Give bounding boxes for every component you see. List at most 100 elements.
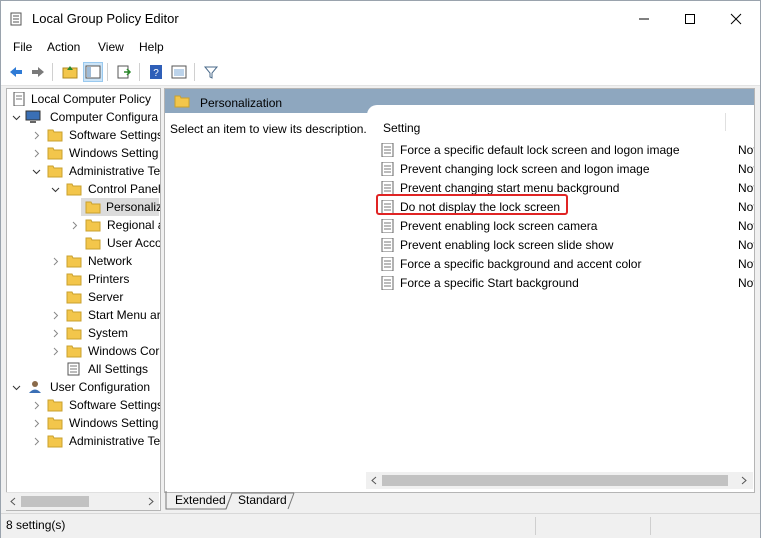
tree-item-server[interactable]: Server [9,288,159,306]
list-scroll-thumb[interactable] [382,475,728,486]
filter-button[interactable] [201,62,221,82]
list-item[interactable]: Prevent changing lock screen and logon i… [381,160,754,178]
toolbar: ? [1,59,760,86]
list-item[interactable]: Force a specific Start background Not [381,274,754,292]
policy-setting-icon [381,276,394,290]
computer-icon [25,110,41,123]
menu-action[interactable]: Action [47,40,80,54]
folder-icon [66,309,82,322]
policy-setting-icon [381,257,394,271]
filter-icon [203,66,219,79]
properties-button[interactable] [169,62,189,82]
chevron-right-icon[interactable] [50,306,60,324]
tree-item-uc-software-settings[interactable]: Software Settings [9,396,160,414]
back-arrow-icon [10,67,22,77]
forward-arrow-icon [32,67,44,77]
tree-item-all-settings[interactable]: All Settings [9,360,159,378]
tree-item-uc-windows-settings[interactable]: Windows Setting [9,414,159,432]
up-folder-icon [62,66,78,79]
tree-item-system[interactable]: System [9,324,159,342]
folder-icon [66,345,82,358]
scroll-left-icon[interactable] [9,497,17,506]
tree-item-user-accounts[interactable]: User Acco [9,234,160,252]
chevron-down-icon[interactable] [11,378,21,396]
list-item[interactable]: Force a specific background and accent c… [381,255,754,273]
help-icon: ? [150,65,162,79]
list-item[interactable]: Prevent enabling lock screen slide show … [381,236,754,254]
policy-setting-icon [381,143,394,157]
folder-icon [85,237,101,250]
folder-icon [47,399,63,412]
list-item[interactable]: Force a specific default lock screen and… [381,141,754,159]
up-folder-button[interactable] [60,62,80,82]
scroll-left-icon[interactable] [370,476,378,485]
folder-icon [47,165,63,178]
list-item[interactable]: Prevent enabling lock screen camera Not [381,217,754,235]
tree-item-network[interactable]: Network [9,252,159,270]
show-hide-tree-button[interactable] [83,62,103,82]
svg-text:?: ? [153,68,159,79]
tree-scroll-thumb[interactable] [21,496,89,507]
chevron-right-icon[interactable] [31,144,41,162]
chevron-right-icon[interactable] [31,396,41,414]
policy-setting-icon [381,219,394,233]
tree-item-administrative-templates[interactable]: Administrative Te [9,162,160,180]
tree-item-uc-administrative-templates[interactable]: Administrative Te [9,432,160,450]
tree-item-printers[interactable]: Printers [9,270,159,288]
minimize-icon [639,18,649,20]
tab-extended[interactable]: Extended [175,491,226,510]
settings-list-icon [67,362,80,376]
chevron-right-icon[interactable] [31,414,41,432]
chevron-down-icon[interactable] [31,162,41,180]
policy-doc-icon [13,92,25,106]
folder-icon [174,95,190,108]
column-header-setting[interactable]: Setting [383,121,420,135]
tree-item-start-menu[interactable]: Start Menu ar [9,306,160,324]
tree-item-computer-configuration[interactable]: Computer Configura [9,108,159,126]
back-button[interactable] [6,62,26,82]
folder-open-icon [66,183,82,196]
chevron-right-icon[interactable] [50,252,60,270]
chevron-right-icon[interactable] [31,126,41,144]
scroll-right-icon[interactable] [147,497,155,506]
maximize-button[interactable] [667,1,713,37]
tree-item-windows-components[interactable]: Windows Cor [9,342,159,360]
tree-horizontal-scrollbar[interactable] [6,492,159,510]
chevron-down-icon[interactable] [11,108,21,126]
tree-item-regional[interactable]: Regional a [9,216,160,234]
user-icon [29,381,41,393]
export-list-button[interactable] [114,62,134,82]
help-button[interactable]: ? [146,62,166,82]
tree-item-cc-software-settings[interactable]: Software Settings [9,126,160,144]
chevron-down-icon[interactable] [50,180,60,198]
scroll-right-icon[interactable] [740,476,748,485]
policy-setting-icon [381,238,394,252]
chevron-right-icon[interactable] [50,324,60,342]
tab-standard[interactable]: Standard [238,491,287,510]
close-button[interactable] [713,1,759,37]
console-tree: Local Computer Policy Computer Configura… [6,88,161,511]
chevron-right-icon[interactable] [50,342,60,360]
folder-icon [47,435,63,448]
description-text: Select an item to view its description. [170,122,367,136]
group-policy-app-icon [10,12,22,26]
forward-button[interactable] [28,62,48,82]
menu-file[interactable]: File [13,40,32,54]
folder-icon [85,219,101,232]
list-horizontal-scrollbar[interactable] [366,472,753,489]
tree-item-cc-windows-settings[interactable]: Windows Setting [9,144,159,162]
tree-item-control-panel[interactable]: Control Panel [9,180,160,198]
chevron-right-icon[interactable] [31,432,41,450]
tree-item-local-computer-policy[interactable]: Local Computer Policy [9,90,159,108]
policy-setting-icon [381,181,394,195]
chevron-right-icon[interactable] [69,216,79,234]
title-bar: Local Group Policy Editor [1,1,760,37]
folder-icon [47,417,63,430]
tree-item-user-configuration[interactable]: User Configuration [9,378,159,396]
menu-view[interactable]: View [98,40,124,54]
menu-bar: File Action View Help [1,37,760,59]
minimize-button[interactable] [621,1,667,37]
tree-item-personalization[interactable]: Personaliz [81,198,160,216]
details-pane: Personalization Select an item to view i… [164,88,755,493]
menu-help[interactable]: Help [139,40,164,54]
